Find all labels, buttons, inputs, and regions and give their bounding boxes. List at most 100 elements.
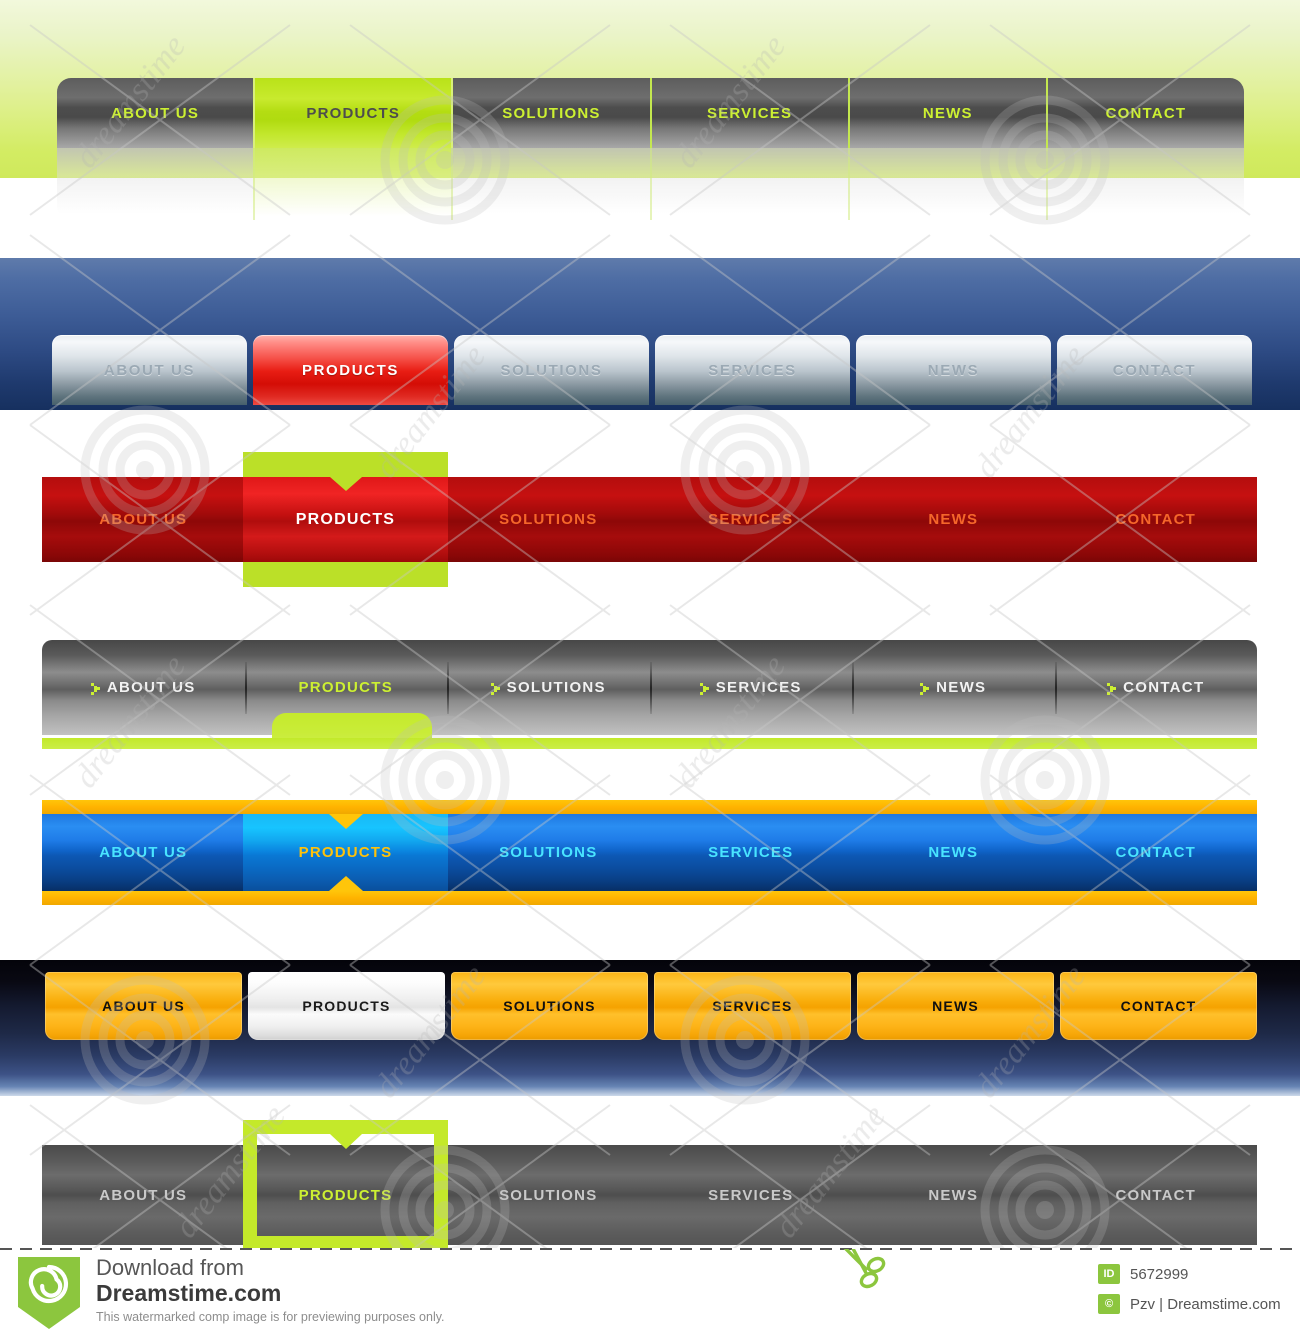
bar1-button-row: ABOUT US PRODUCTS SOLUTIONS SERVICES NEW… <box>57 78 1245 148</box>
credit-row: © Pzv | Dreamstime.com <box>1098 1294 1281 1314</box>
nav-item-about-us[interactable]: ABOUT US <box>42 814 245 891</box>
nav-item-services[interactable]: SERVICES <box>649 640 853 735</box>
nav-label: PRODUCTS <box>302 361 399 379</box>
nav-label: NEWS <box>928 844 979 861</box>
nav-item-products[interactable]: PRODUCTS <box>244 640 448 735</box>
nav-button-about-us[interactable]: ABOUT US <box>57 78 254 148</box>
nav-button-products[interactable]: PRODUCTS <box>253 335 448 405</box>
nav-label: ABOUT US <box>103 361 196 379</box>
credit-value: Pzv | Dreamstime.com <box>1130 1295 1281 1313</box>
footer-text-block: Download from Dreamstime.com This waterm… <box>96 1255 445 1324</box>
nav-button-news[interactable]: NEWS <box>857 972 1054 1040</box>
nav-item-solutions[interactable]: SOLUTIONS <box>447 477 650 562</box>
arrow-bullet-icon <box>920 682 930 695</box>
nav-label: SOLUTIONS <box>499 511 598 528</box>
nav-label: PRODUCTS <box>298 1186 393 1204</box>
nav-button-news[interactable]: NEWS <box>847 78 1046 148</box>
nav-label: CONTACT <box>1115 511 1197 528</box>
bar5-bottom-rail <box>42 891 1257 905</box>
nav-item-contact[interactable]: CONTACT <box>1055 814 1258 891</box>
nav-item-services[interactable]: SERVICES <box>650 1145 853 1245</box>
nav-label: ABOUT US <box>111 104 200 122</box>
nav-button-products[interactable]: PRODUCTS <box>253 78 452 148</box>
nav-item-news[interactable]: NEWS <box>852 640 1055 735</box>
nav-label: SOLUTIONS <box>503 998 596 1014</box>
nav-label: PRODUCTS <box>295 510 396 528</box>
nav-label: SERVICES <box>708 361 797 379</box>
nav-item-products-active[interactable]: PRODUCTS <box>243 1120 448 1250</box>
active-label-wrap: PRODUCTS <box>243 814 448 891</box>
reflection-cell <box>847 148 1046 220</box>
nav-button-contact[interactable]: CONTACT <box>1057 335 1252 405</box>
navbar-blue-gold-rails: ABOUT US SOLUTIONS SERVICES NEWS CONTACT… <box>0 786 1300 916</box>
nav-label: SOLUTIONS <box>502 104 601 122</box>
nav-label: CONTACT <box>1115 1186 1197 1204</box>
nav-label: SERVICES <box>715 679 802 696</box>
bar4-lime-underline <box>42 738 1257 749</box>
nav-item-solutions[interactable]: SOLUTIONS <box>447 640 650 735</box>
reflection-cell <box>649 148 848 220</box>
navbar-navy-orange-tabs: ABOUT US PRODUCTS SOLUTIONS SERVICES NEW… <box>0 960 1300 1110</box>
nav-label: NEWS <box>927 361 980 379</box>
nav-button-services[interactable]: SERVICES <box>649 78 848 148</box>
nav-item-products-active[interactable]: PRODUCTS <box>243 800 448 905</box>
nav-button-products[interactable]: PRODUCTS <box>248 972 445 1040</box>
image-id-value: 5672999 <box>1130 1265 1189 1283</box>
active-label-wrap: PRODUCTS <box>243 1145 448 1245</box>
nav-item-about-us[interactable]: ABOUT US <box>42 477 245 562</box>
reflection-cell <box>253 148 452 220</box>
nav-button-about-us[interactable]: ABOUT US <box>45 972 242 1040</box>
arrow-bullet-icon <box>699 682 709 695</box>
nav-button-contact[interactable]: CONTACT <box>1060 972 1257 1040</box>
nav-button-about-us[interactable]: ABOUT US <box>52 335 247 405</box>
scissors-icon <box>836 1239 896 1297</box>
arrow-bullet-icon <box>90 682 100 695</box>
reflection-cell <box>1045 148 1244 220</box>
nav-label: SOLUTIONS <box>499 844 598 861</box>
dreamstime-footer: Download from Dreamstime.com This waterm… <box>0 1239 1300 1338</box>
nav-button-contact[interactable]: CONTACT <box>1045 78 1245 148</box>
nav-item-services[interactable]: SERVICES <box>650 814 853 891</box>
nav-button-solutions[interactable]: SOLUTIONS <box>451 972 648 1040</box>
bar4-item-row: ABOUT US PRODUCTS SOLUTIONS SERVICES NEW… <box>42 640 1257 735</box>
bar3-item-row: ABOUT US SOLUTIONS SERVICES NEWS CONTACT <box>42 477 1257 562</box>
nav-label: NEWS <box>922 104 973 122</box>
nav-item-contact[interactable]: CONTACT <box>1054 640 1258 735</box>
nav-item-contact[interactable]: CONTACT <box>1055 477 1258 562</box>
navbar-gray-bullets: ABOUT US PRODUCTS SOLUTIONS SERVICES NEW… <box>0 630 1300 760</box>
nav-button-news[interactable]: NEWS <box>856 335 1051 405</box>
bar1-reflection <box>57 148 1244 220</box>
navbar-green-panel: ABOUT US PRODUCTS SOLUTIONS SERVICES NEW… <box>0 0 1300 250</box>
nav-label: SERVICES <box>708 1186 794 1204</box>
nav-label: CONTACT <box>1123 679 1205 696</box>
nav-label: SERVICES <box>707 104 793 122</box>
bar5-top-rail <box>42 800 1257 814</box>
nav-item-solutions[interactable]: SOLUTIONS <box>447 814 650 891</box>
nav-button-services[interactable]: SERVICES <box>654 972 851 1040</box>
nav-label: SOLUTIONS <box>500 361 603 379</box>
nav-item-solutions[interactable]: SOLUTIONS <box>447 1145 650 1245</box>
nav-button-services[interactable]: SERVICES <box>655 335 850 405</box>
nav-label: CONTACT <box>1105 104 1187 122</box>
nav-label: PRODUCTS <box>302 998 391 1014</box>
nav-item-about-us[interactable]: ABOUT US <box>42 1145 245 1245</box>
nav-item-about-us[interactable]: ABOUT US <box>42 640 245 735</box>
nav-label: CONTACT <box>1112 361 1197 379</box>
nav-item-news[interactable]: NEWS <box>852 814 1055 891</box>
nav-item-services[interactable]: SERVICES <box>650 477 853 562</box>
nav-item-contact[interactable]: CONTACT <box>1055 1145 1258 1245</box>
nav-button-solutions[interactable]: SOLUTIONS <box>454 335 649 405</box>
nav-label: PRODUCTS <box>298 679 394 696</box>
reflection-cell <box>57 148 254 220</box>
dreamstime-logo-icon <box>18 1257 80 1329</box>
navbar-blue-panel: ABOUT US PRODUCTS SOLUTIONS SERVICES NEW… <box>0 258 1300 410</box>
nav-label: ABOUT US <box>99 844 188 861</box>
nav-button-solutions[interactable]: SOLUTIONS <box>451 78 650 148</box>
nav-item-products-active[interactable]: PRODUCTS <box>243 452 448 587</box>
dashed-cut-line <box>0 1248 1300 1250</box>
nav-item-news[interactable]: NEWS <box>852 1145 1055 1245</box>
nav-label: PRODUCTS <box>306 104 401 122</box>
footer-meta: ID 5672999 © Pzv | Dreamstime.com <box>1098 1264 1281 1324</box>
nav-item-news[interactable]: NEWS <box>852 477 1055 562</box>
nav-label: NEWS <box>928 1186 979 1204</box>
